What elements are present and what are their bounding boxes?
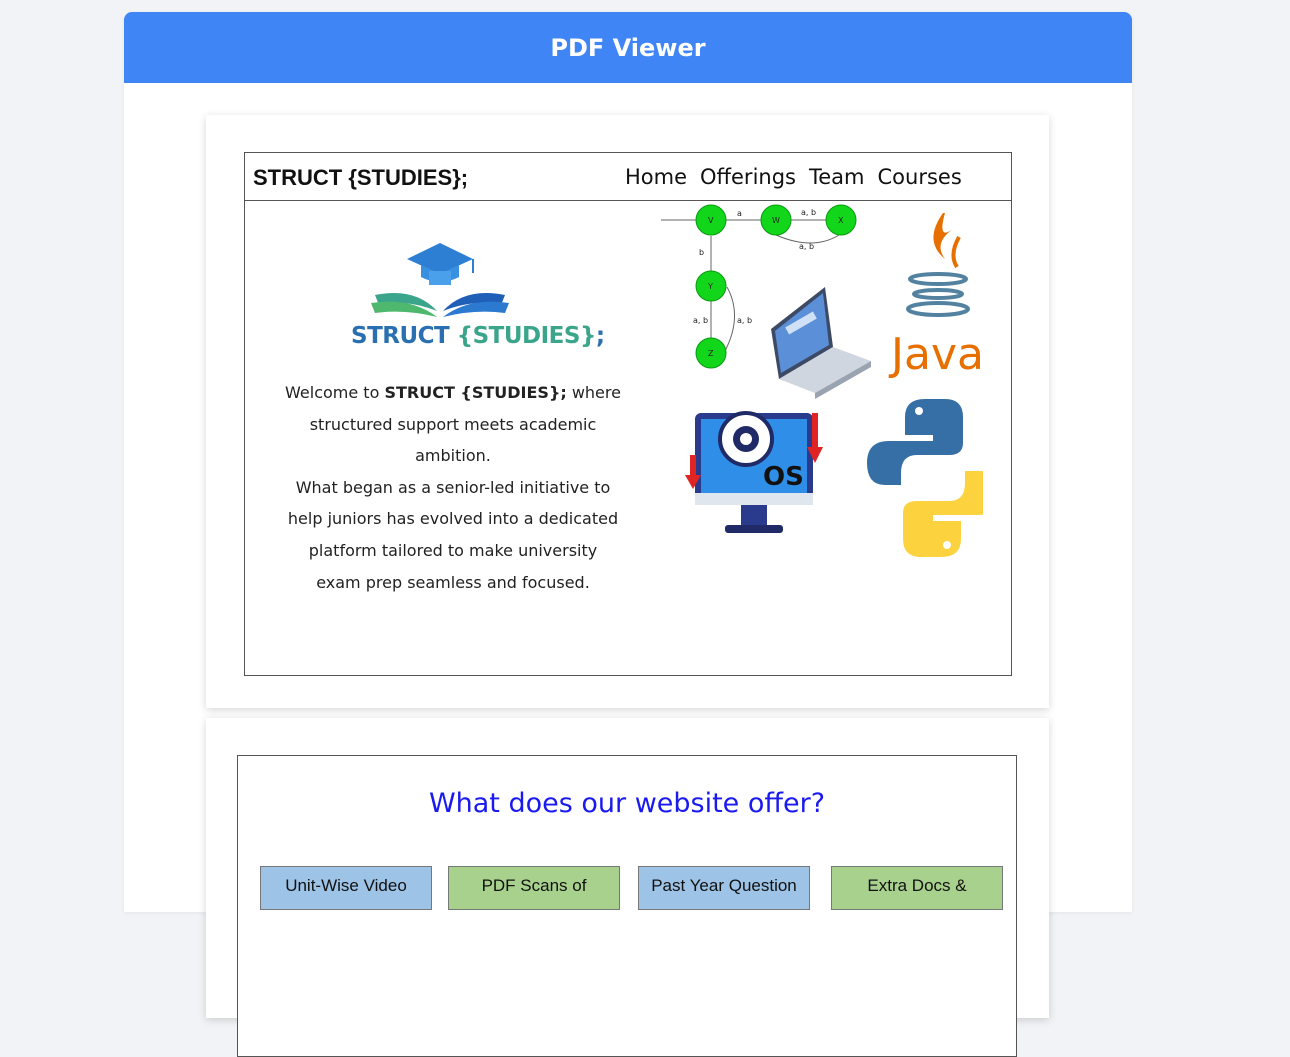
svg-text:X: X (838, 216, 844, 225)
svg-text:Java: Java (888, 329, 983, 380)
python-logo (867, 399, 983, 557)
slide-navbar: STRUCT {STUDIES}; Home Offerings Team Co… (245, 153, 1011, 201)
svg-text:a, b: a, b (693, 316, 708, 325)
svg-text:W: W (772, 216, 780, 225)
svg-text:Z: Z (708, 349, 714, 358)
slide-home: STRUCT {STUDIES}; Home Offerings Team Co… (244, 152, 1012, 676)
svg-text:a, b: a, b (737, 316, 752, 325)
nav-offerings: Offerings (700, 165, 796, 189)
nav-team: Team (808, 165, 865, 189)
offer-video-box: Unit-Wise Video (260, 866, 432, 910)
intro-text: Welcome to STRUCT {STUDIES}; where struc… (285, 383, 621, 592)
nav-home: Home (625, 165, 688, 189)
svg-text:V: V (708, 216, 714, 225)
offer-pyq-box: Past Year Question (638, 866, 810, 910)
viewer-title: PDF Viewer (550, 33, 706, 62)
nav-links: Home Offerings Team Courses (625, 165, 962, 189)
offerings-title: What does our website offer? (428, 788, 826, 819)
nav-courses: Courses (877, 165, 962, 189)
offer-pdf-scans-box: PDF Scans of (448, 866, 620, 910)
svg-text:a, b: a, b (801, 208, 816, 217)
slide-offerings: What does our website offer? Unit-Wise V… (237, 755, 1017, 1057)
logo-wordmark: STRUCT {STUDIES}; (351, 323, 605, 349)
svg-text:a, b: a, b (799, 242, 814, 251)
pdf-viewer: PDF Viewer STRUCT {STUDIES}; Home Offeri… (124, 12, 1132, 1057)
svg-text:b: b (699, 248, 704, 257)
svg-text:Y: Y (707, 282, 713, 291)
pdf-page-2[interactable]: What does our website offer? Unit-Wise V… (206, 718, 1049, 1057)
brand-name: STRUCT {STUDIES}; (253, 165, 469, 190)
svg-text:a: a (737, 209, 742, 218)
viewer-header: PDF Viewer (124, 12, 1132, 83)
slide-graphics: a a, b a, b b a, b a, b V W X Y Z Java O… (661, 204, 983, 557)
svg-text:OS: OS (763, 462, 804, 492)
java-logo: Java (888, 213, 983, 380)
offer-extra-docs-box: Extra Docs & (831, 866, 1003, 910)
laptop-icon (771, 287, 871, 399)
pdf-page-1[interactable]: STRUCT {STUDIES}; Home Offerings Team Co… (206, 115, 1049, 708)
os-monitor-icon: OS (685, 411, 823, 533)
